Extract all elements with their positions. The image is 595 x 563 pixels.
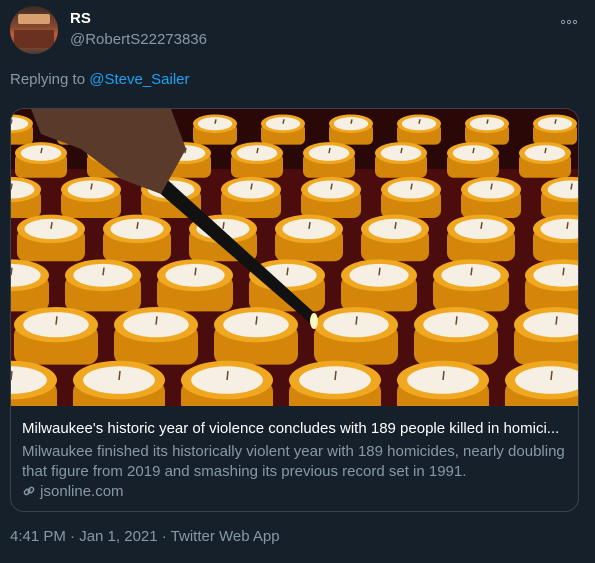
card-description: Milwaukee finished its historically viol… xyxy=(22,443,565,480)
candle xyxy=(361,214,429,262)
candle xyxy=(261,114,305,145)
replying-to: Replying to @Steve_Sailer xyxy=(10,71,190,88)
candle xyxy=(414,307,498,365)
candle xyxy=(533,214,578,262)
candle xyxy=(181,360,273,406)
candle xyxy=(465,114,509,145)
card-domain: jsonline.com xyxy=(40,483,124,500)
candle xyxy=(447,214,515,262)
candle xyxy=(73,360,165,406)
candle xyxy=(11,114,33,145)
candle xyxy=(17,214,85,262)
candle xyxy=(397,360,489,406)
candle xyxy=(289,360,381,406)
candle xyxy=(15,142,67,178)
candle xyxy=(275,214,343,262)
candle xyxy=(103,214,171,262)
card-image xyxy=(11,109,578,406)
candle xyxy=(193,114,237,145)
flame xyxy=(310,313,318,329)
candle xyxy=(61,176,121,218)
candle xyxy=(541,176,578,218)
reply-prefix: Replying to xyxy=(10,71,90,88)
reply-to-link[interactable]: @Steve_Sailer xyxy=(89,71,189,88)
candle xyxy=(514,307,578,365)
avatar[interactable] xyxy=(10,6,58,54)
user-handle[interactable]: @RobertS22273836 xyxy=(70,31,207,48)
candle xyxy=(341,259,417,312)
candle xyxy=(303,142,355,178)
candle xyxy=(301,176,361,218)
more-horizontal-icon[interactable] xyxy=(560,12,578,28)
link-card[interactable]: Milwaukee's historic year of violence co… xyxy=(10,108,579,512)
candle xyxy=(231,142,283,178)
candle xyxy=(11,176,41,218)
candle xyxy=(447,142,499,178)
candle xyxy=(314,307,398,365)
candle xyxy=(157,259,233,312)
candle xyxy=(461,176,521,218)
candle xyxy=(221,176,281,218)
candle xyxy=(14,307,98,365)
candle xyxy=(214,307,298,365)
candle xyxy=(375,142,427,178)
link-icon xyxy=(23,486,35,496)
tweet-timestamp[interactable]: 4:41 PM · Jan 1, 2021 · Twitter Web App xyxy=(10,528,280,545)
avatar-storefront xyxy=(14,30,54,48)
candle xyxy=(433,259,509,312)
candle xyxy=(11,259,49,312)
candle xyxy=(519,142,571,178)
candle xyxy=(381,176,441,218)
candle xyxy=(533,114,577,145)
candle xyxy=(114,307,198,365)
candle xyxy=(397,114,441,145)
candle xyxy=(329,114,373,145)
display-name[interactable]: RS xyxy=(70,10,91,27)
card-domain-row: jsonline.com xyxy=(22,483,124,500)
candle xyxy=(65,259,141,312)
candle xyxy=(525,259,578,312)
avatar-sign xyxy=(18,14,50,24)
card-title: Milwaukee's historic year of violence co… xyxy=(22,420,560,437)
